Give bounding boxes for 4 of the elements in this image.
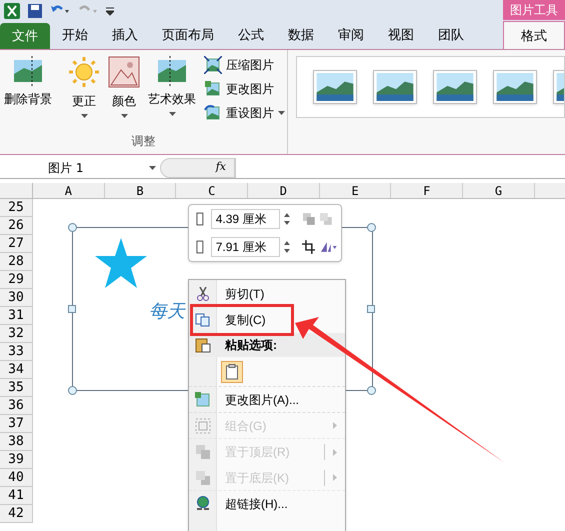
menu-section-header: 粘贴选项:	[224, 337, 277, 354]
context-tab-label: 图片工具	[503, 0, 565, 20]
group-title: 调整	[132, 133, 156, 150]
picture-text: 每天	[149, 300, 185, 324]
